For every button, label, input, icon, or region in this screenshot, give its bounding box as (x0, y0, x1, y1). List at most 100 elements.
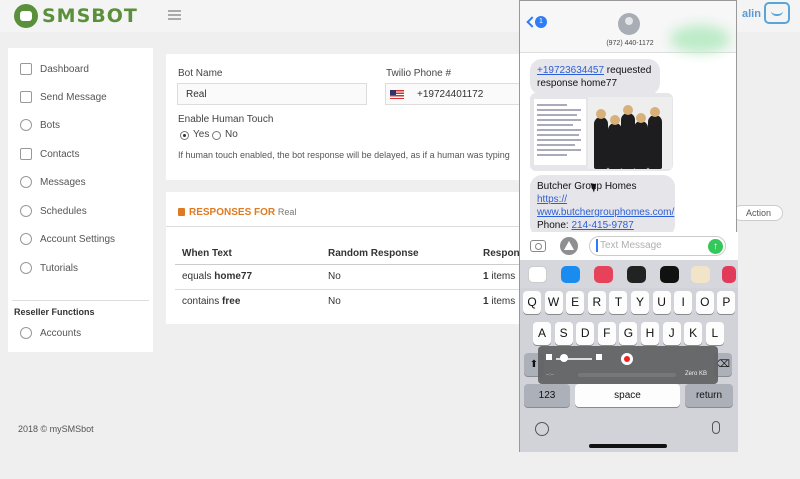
person (648, 107, 662, 169)
count: 1 (483, 271, 489, 282)
us-flag-icon[interactable] (390, 90, 404, 99)
human-touch-yes-radio[interactable] (180, 131, 189, 140)
sidebar-item-send-message[interactable]: Send Message (20, 88, 107, 106)
record-button-icon[interactable] (621, 353, 633, 365)
microphone-icon[interactable] (712, 421, 720, 434)
phone-link[interactable]: +19723634457 (537, 65, 604, 76)
sidebar-item-label: Account Settings (40, 233, 116, 245)
sidebar-item-account-settings[interactable]: Account Settings (20, 230, 115, 248)
key-f[interactable]: F (597, 322, 616, 345)
hand-icon (20, 176, 32, 188)
doc-line (537, 114, 577, 116)
brand-logo[interactable]: SMSBOT (14, 3, 138, 29)
sidebar-item-schedules[interactable]: Schedules (20, 202, 87, 220)
column-header-random-response: Random Response (328, 248, 419, 259)
key-w[interactable]: W (544, 291, 563, 314)
chat-bubble-icon[interactable] (764, 2, 790, 24)
activity-app-icon[interactable] (627, 266, 646, 283)
key-t[interactable]: T (609, 291, 628, 314)
count-unit: items (491, 271, 516, 282)
phone-number-link[interactable]: 214-415-9787 (571, 220, 633, 231)
user-name[interactable]: alin (742, 8, 761, 20)
match-type: contains (182, 296, 220, 307)
camera-icon[interactable] (530, 240, 546, 252)
response-count[interactable]: 1 items (483, 296, 515, 307)
key-i[interactable]: I (674, 291, 693, 314)
key-a[interactable]: A (533, 322, 551, 345)
clock-icon (20, 205, 32, 217)
hand-icon (20, 262, 32, 274)
contact-number[interactable]: (972) 440-1172 (580, 40, 680, 47)
key-y[interactable]: Y (631, 291, 649, 314)
sidebar-item-bots[interactable]: Bots (20, 116, 60, 134)
key-o[interactable]: O (695, 291, 714, 314)
sidebar-item-messages[interactable]: Messages (20, 173, 86, 191)
reply-title: Butcher Group Homes (537, 181, 637, 192)
user-icon (20, 327, 32, 339)
bot-name-input[interactable]: Real (177, 83, 367, 105)
key-r[interactable]: R (587, 291, 606, 314)
key-k[interactable]: K (684, 322, 703, 345)
response-count[interactable]: 1 items (483, 271, 515, 282)
action-button[interactable]: Action (733, 205, 783, 221)
apple-pay-icon[interactable] (660, 266, 679, 283)
human-touch-label: Enable Human Touch (178, 114, 274, 125)
website-link-a[interactable]: https:// (537, 194, 567, 205)
address-book-icon (20, 148, 32, 160)
notification-blur (670, 25, 730, 53)
sidebar-item-dashboard[interactable]: Dashboard (20, 60, 89, 78)
unread-badge[interactable]: 1 (535, 16, 547, 28)
key-j[interactable]: J (662, 322, 681, 345)
return-key[interactable]: return (685, 384, 733, 407)
send-arrow-icon[interactable]: ↑ (708, 239, 723, 254)
message-input[interactable]: Text Message (589, 236, 726, 256)
key-d[interactable]: D (576, 322, 595, 345)
responses-title: RESPONSES FOR Real (189, 207, 296, 218)
menu-toggle-icon[interactable] (168, 10, 181, 20)
website-link-b[interactable]: www.butchergrouphomes.com/ (537, 207, 674, 218)
space-key[interactable]: space (575, 384, 680, 407)
app-store-icon[interactable] (560, 237, 578, 255)
key-s[interactable]: S (554, 322, 573, 345)
reseller-section-title: Reseller Functions (14, 307, 95, 317)
text-caret (596, 239, 598, 252)
key-u[interactable]: U (652, 291, 671, 314)
divider (12, 300, 149, 301)
message-bubble-reply[interactable]: Butcher Group Homes https:// www.butcher… (530, 175, 675, 237)
numbers-key[interactable]: 123 (524, 384, 570, 407)
human-touch-hint: If human touch enabled, the bot response… (178, 150, 510, 160)
person (621, 105, 635, 169)
divider (166, 226, 526, 227)
key-e[interactable]: E (566, 291, 585, 314)
key-l[interactable]: L (705, 322, 724, 345)
contact-avatar[interactable] (618, 13, 640, 35)
count-unit: items (491, 296, 516, 307)
human-touch-no-radio[interactable] (212, 131, 221, 140)
responses-bot-name: Real (277, 207, 297, 217)
twilio-phone-input[interactable]: +19724401172 (385, 83, 526, 105)
message-image[interactable] (530, 93, 673, 171)
table-row[interactable]: contains free (182, 296, 240, 307)
volume-high-icon (596, 354, 602, 360)
paper-plane-icon (20, 91, 32, 103)
audio-recorder-overlay (538, 346, 718, 384)
key-g[interactable]: G (619, 322, 638, 345)
sidebar-item-label: Dashboard (40, 63, 89, 75)
animoji-app-icon[interactable] (691, 266, 710, 283)
sidebar-item-accounts[interactable]: Accounts (20, 324, 81, 342)
key-h[interactable]: H (641, 322, 659, 345)
photos-app-icon[interactable] (528, 266, 547, 283)
key-p[interactable]: P (717, 291, 736, 314)
key-q[interactable]: Q (523, 291, 541, 314)
random-response-value: No (328, 271, 341, 282)
emoji-icon[interactable] (535, 422, 549, 436)
brand-name: SMSBOT (42, 5, 138, 27)
sidebar-item-contacts[interactable]: Contacts (20, 145, 79, 163)
message-bubble-request[interactable]: +19723634457 requested response home77 (530, 59, 660, 95)
sidebar-item-tutorials[interactable]: Tutorials (20, 259, 78, 277)
heart-app-icon[interactable] (722, 266, 736, 283)
table-row[interactable]: equals home77 (182, 271, 252, 282)
volume-slider-knob[interactable] (560, 354, 568, 362)
search-images-app-icon[interactable] (594, 266, 613, 283)
app-store-app-icon[interactable] (561, 266, 580, 283)
